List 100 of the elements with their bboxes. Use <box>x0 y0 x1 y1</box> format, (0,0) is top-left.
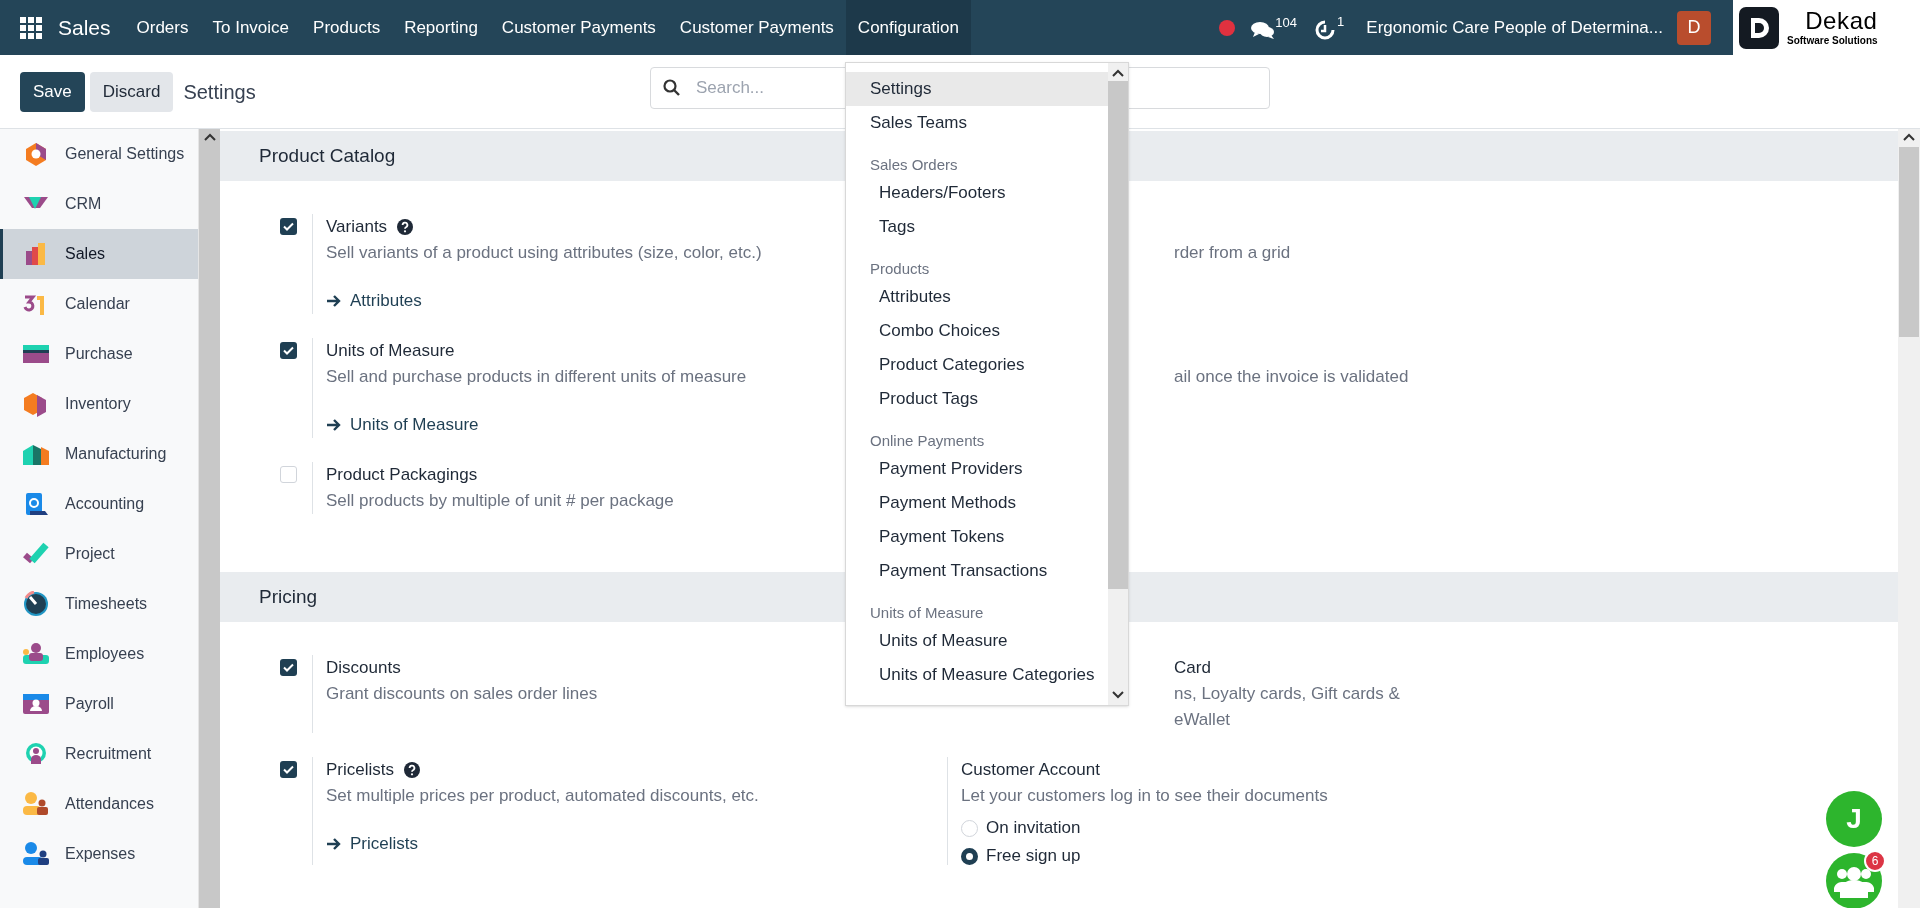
breadcrumb: Settings <box>183 79 256 105</box>
help-icon[interactable] <box>404 762 420 778</box>
menu-item[interactable]: Reporting <box>392 0 490 55</box>
menu-scrollbar[interactable] <box>1108 63 1128 705</box>
app-name[interactable]: Sales <box>58 11 111 44</box>
magnifier-person-icon <box>23 741 49 767</box>
hexagon-icon <box>23 141 49 167</box>
sidebar-item[interactable]: Project <box>0 529 198 579</box>
setting-title: Customer Account <box>961 759 1100 782</box>
company-name[interactable]: Ergonomic Care People of Determina... <box>1366 14 1663 41</box>
check-icon <box>283 346 294 355</box>
menu-item[interactable]: To Invoice <box>200 0 302 55</box>
sidebar-item[interactable]: Expenses <box>0 829 198 879</box>
scroll-up-icon[interactable] <box>1903 133 1915 141</box>
scroll-up-icon[interactable] <box>203 133 216 141</box>
setting-description: Let your customers log in to see their documents <box>961 785 1328 807</box>
arrow-right-icon <box>326 418 342 432</box>
group-icon <box>1834 864 1874 898</box>
sidebar-item[interactable]: Accounting <box>0 479 198 529</box>
menu-item[interactable]: Units of Measure <box>846 624 1108 658</box>
logo-tagline: Software Solutions <box>1787 36 1878 46</box>
apps-grid-icon[interactable] <box>20 16 42 39</box>
setting-description: Sell variants of a product using attributes (size, color, etc.) <box>326 242 762 264</box>
logo-name: Dekad <box>1805 9 1878 33</box>
setting-title: Card <box>1174 657 1211 680</box>
menu-item[interactable]: Units of Measure Categories <box>846 658 1108 692</box>
checkbox[interactable] <box>280 342 297 359</box>
setting-link[interactable]: Pricelists <box>326 831 759 857</box>
save-button[interactable]: Save <box>20 71 85 112</box>
user-avatar[interactable]: D <box>1677 10 1711 45</box>
setting-link[interactable]: Attributes <box>326 288 762 314</box>
sidebar-item[interactable]: Employees <box>0 629 198 679</box>
sidebar-scrollbar[interactable] <box>198 129 220 908</box>
scroll-down-icon[interactable] <box>1112 691 1124 699</box>
id-card-icon <box>23 691 49 717</box>
check-icon <box>283 222 294 231</box>
menu-item[interactable]: Tags <box>846 210 1108 244</box>
checkbox[interactable] <box>280 218 297 235</box>
menu-item[interactable]: Configuration <box>845 0 971 55</box>
menu-group-header: Products <box>869 258 931 279</box>
setting-title: Units of Measure <box>326 340 455 363</box>
sidebar-item[interactable]: Recruitment <box>0 729 198 779</box>
discard-button[interactable]: Discard <box>89 71 174 112</box>
recording-dot-icon[interactable] <box>1219 19 1236 36</box>
menu-item[interactable]: Sales Teams <box>846 106 1108 140</box>
sidebar-item[interactable]: CRM <box>0 179 198 229</box>
menu-item[interactable]: Customer Payments <box>489 0 668 55</box>
sidebar-item[interactable]: Timesheets <box>0 579 198 629</box>
scrollbar-thumb[interactable] <box>1108 81 1128 589</box>
radio-option[interactable]: On invitation <box>961 819 1328 837</box>
arrow-right-icon <box>326 837 342 851</box>
setting-description: ns, Loyalty cards, Gift cards & eWallet <box>1174 683 1401 731</box>
sidebar-item[interactable]: General Settings <box>0 129 198 179</box>
section-title: Pricing <box>259 584 318 609</box>
sidebar-item[interactable]: Calendar <box>0 279 198 329</box>
setting-description: Sell products by multiple of unit # per package <box>326 490 674 512</box>
scroll-up-icon[interactable] <box>1112 69 1124 77</box>
menu-item[interactable]: Payment Methods <box>846 486 1108 520</box>
logo-icon <box>1739 6 1779 49</box>
menu-group-header: Units of Measure <box>869 602 985 623</box>
menu-item[interactable]: Combo Choices <box>846 314 1108 348</box>
sidebar-item[interactable]: Inventory <box>0 379 198 429</box>
sidebar-item[interactable]: Purchase <box>0 329 198 379</box>
radio-option[interactable]: Free sign up <box>961 847 1328 865</box>
menu-item[interactable]: Orders <box>124 0 201 55</box>
menu-item[interactable]: Product Tags <box>846 382 1108 416</box>
section-title: Product Catalog <box>259 143 396 168</box>
scrollbar-thumb[interactable] <box>1899 147 1919 337</box>
setting-link[interactable]: Units of Measure <box>326 412 747 438</box>
team-chat-button[interactable] <box>1826 853 1882 908</box>
sidebar-item[interactable]: Manufacturing <box>0 429 198 479</box>
menu-item[interactable]: Payment Transactions <box>846 554 1108 588</box>
check-icon <box>283 765 294 774</box>
menu-item[interactable]: Headers/Footers <box>846 176 1108 210</box>
menu-item[interactable]: Customer Payments <box>667 0 846 55</box>
sidebar-item[interactable]: Payroll <box>0 679 198 729</box>
checkbox[interactable] <box>280 659 297 676</box>
message-count: 104 <box>1275 13 1298 32</box>
menu-group-header: Online Payments <box>869 430 986 451</box>
help-icon[interactable] <box>397 219 414 235</box>
search-icon <box>663 79 681 97</box>
checkbox[interactable] <box>280 761 297 778</box>
menu-item[interactable]: Product Categories <box>846 348 1108 382</box>
sidebar-item[interactable]: Sales <box>0 229 198 279</box>
menu-item[interactable]: Payment Providers <box>846 452 1108 486</box>
checkbox[interactable] <box>280 466 297 483</box>
arrow-right-icon <box>326 294 342 308</box>
menu-group-header: Sales Orders <box>869 154 959 175</box>
people-icon <box>23 641 49 667</box>
menu-item[interactable]: Products <box>301 0 393 55</box>
chat-bubbles-icon[interactable] <box>1251 20 1276 39</box>
menu-item[interactable]: Payment Tokens <box>846 520 1108 554</box>
sidebar-item[interactable]: Attendances <box>0 779 198 829</box>
notification-badge: 6 <box>1864 850 1886 872</box>
page-scrollbar[interactable] <box>1898 129 1920 908</box>
setting-description: Sell and purchase products in different units of measure <box>326 366 747 388</box>
menu-item[interactable]: Attributes <box>846 280 1108 314</box>
menu-item[interactable]: Settings <box>846 72 1108 106</box>
clock-icon[interactable] <box>1315 19 1336 40</box>
setting-title: Product Packagings <box>326 464 478 487</box>
